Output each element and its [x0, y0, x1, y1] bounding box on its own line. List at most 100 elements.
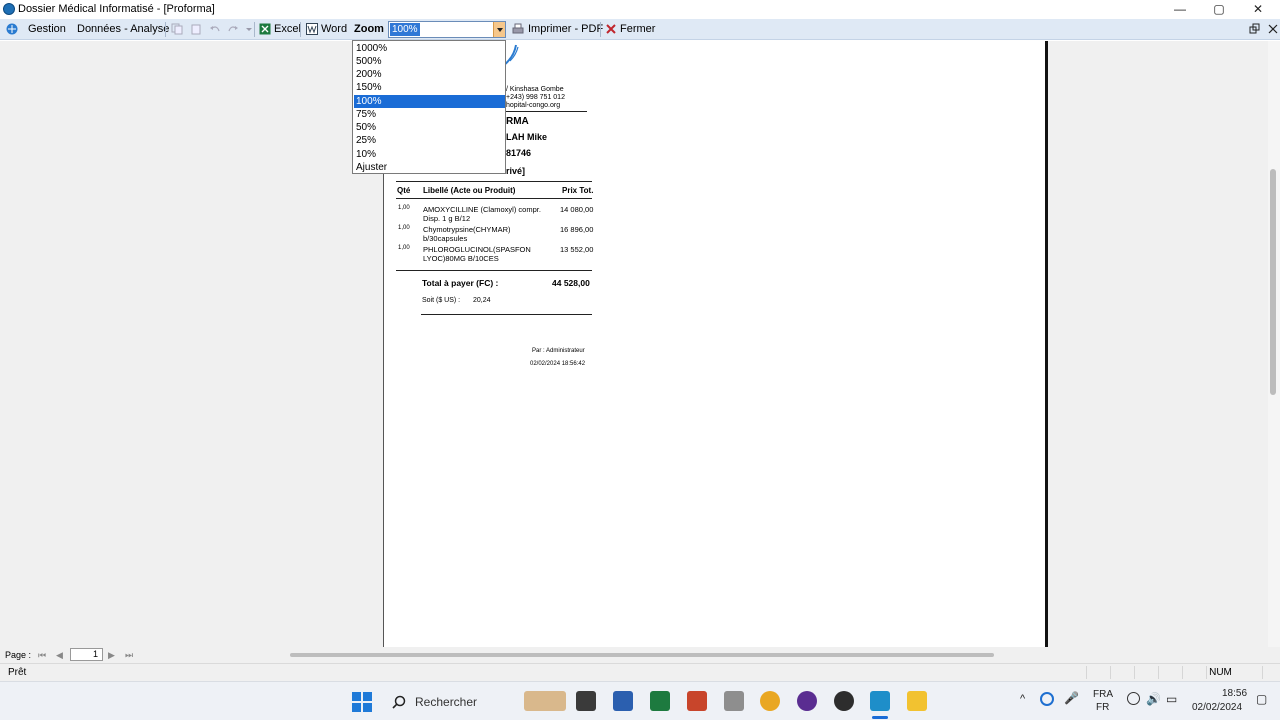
- doc-email: hopital-congo.org: [506, 102, 561, 109]
- page-edge: [1045, 41, 1048, 647]
- dossier-medical-app-icon[interactable]: [870, 691, 890, 711]
- zoom-dropdown-arrow-icon[interactable]: [493, 22, 505, 37]
- word-app-icon[interactable]: [613, 691, 633, 711]
- zoom-option[interactable]: 50%: [354, 121, 505, 134]
- window-title: Dossier Médical Informatisé - [Proforma]: [18, 3, 215, 15]
- row-label-2: LYOC)80MG B/10CES: [423, 254, 499, 263]
- language-secondary[interactable]: FR: [1096, 702, 1109, 713]
- undo-icon[interactable]: [209, 23, 221, 35]
- battery-icon[interactable]: ▭: [1166, 692, 1177, 706]
- horizontal-scrollbar[interactable]: [290, 653, 994, 657]
- word-button[interactable]: Word: [321, 22, 347, 37]
- clock-time[interactable]: 18:56: [1222, 688, 1247, 699]
- status-bar: Prêt NUM: [0, 663, 1280, 681]
- mu-app-icon[interactable]: [797, 691, 817, 711]
- close-child-icon[interactable]: [1267, 23, 1279, 35]
- close-window-button[interactable]: ✕: [1244, 1, 1272, 18]
- vertical-scrollbar[interactable]: [1268, 41, 1280, 647]
- widgets-icon[interactable]: [524, 691, 566, 711]
- row-label-2: Disp. 1 g B/12: [423, 214, 471, 223]
- title-bar: Dossier Médical Informatisé - [Proforma]…: [0, 0, 1280, 19]
- zoom-option[interactable]: 200%: [354, 68, 505, 81]
- excel-app-icon[interactable]: [650, 691, 670, 711]
- separator: [165, 22, 166, 37]
- zoom-label: Zoom :: [354, 23, 391, 35]
- minimize-button[interactable]: —: [1166, 1, 1194, 18]
- obs-app-icon[interactable]: [834, 691, 854, 711]
- zoom-value[interactable]: 100%: [390, 23, 420, 36]
- status-cell: [1262, 666, 1278, 679]
- show-hidden-icons-icon[interactable]: ^: [1020, 693, 1025, 705]
- usd-label: Soit ($ US) :: [422, 297, 461, 304]
- row-qty: 1,00: [398, 245, 410, 251]
- total-label: Total à payer (FC) :: [422, 278, 499, 288]
- volume-icon[interactable]: 🔊: [1146, 692, 1161, 706]
- prev-page-icon[interactable]: ◀: [56, 650, 63, 661]
- doc-address: / Kinshasa Gombe: [506, 86, 564, 93]
- zoom-option[interactable]: 75%: [354, 108, 505, 121]
- doc-patient: LAH Mike: [506, 132, 548, 142]
- zoom-option[interactable]: 150%: [354, 81, 505, 94]
- scroll-thumb[interactable]: [1270, 169, 1276, 395]
- zoom-option-selected[interactable]: 100%: [354, 95, 505, 108]
- maximize-button[interactable]: ▢: [1205, 1, 1233, 18]
- fermer-button[interactable]: Fermer: [620, 22, 655, 37]
- row-label-2: b/30capsules: [423, 234, 468, 243]
- last-page-icon[interactable]: ⏭: [125, 650, 133, 661]
- gestion-icon: [6, 23, 18, 35]
- table-header-rule: [396, 198, 592, 199]
- divider: [506, 111, 587, 112]
- signature-rule: [421, 314, 592, 315]
- menu-gestion[interactable]: Gestion: [28, 22, 66, 37]
- printer-icon: [512, 23, 524, 34]
- clock-date[interactable]: 02/02/2024: [1192, 702, 1242, 713]
- doc-category: rivé]: [506, 166, 526, 176]
- toolbar: Gestion Données - Analyse Excel Word Zoo…: [0, 19, 1280, 40]
- copy-icon[interactable]: [171, 23, 183, 35]
- tools-app-icon[interactable]: [724, 691, 744, 711]
- num-lock-indicator: NUM: [1206, 666, 1234, 679]
- row-label: PHLOROGLUCINOL(SPASFON: [423, 245, 531, 254]
- table-top-rule: [396, 181, 592, 182]
- page-navigation-bar: Page : ⏮ ◀ 1 ▶ ⏭: [0, 647, 1280, 663]
- app-icon: [3, 3, 15, 15]
- status-cell: [1134, 666, 1156, 679]
- chrome-app-icon[interactable]: [760, 691, 780, 711]
- separator: [300, 22, 301, 37]
- usd-value: 20,24: [473, 297, 491, 304]
- zoom-option[interactable]: 10%: [354, 148, 505, 161]
- doc-by: Par : Administrateur: [532, 348, 585, 354]
- notifications-icon[interactable]: ▢: [1256, 692, 1267, 706]
- doc-number: 81746: [506, 148, 532, 158]
- globe-icon[interactable]: [1127, 692, 1140, 705]
- page-label: Page :: [5, 650, 32, 660]
- folder-app-icon[interactable]: [907, 691, 927, 711]
- restore-child-icon[interactable]: [1249, 23, 1261, 35]
- row-label: Chymotrypsine(CHYMAR): [423, 225, 511, 234]
- excel-button[interactable]: Excel: [274, 22, 301, 37]
- close-icon: [606, 24, 616, 34]
- word-icon: [306, 23, 318, 35]
- taskbar: Rechercher ^ 🎤 FRA FR 🔊 ▭ 18:56 02/02/20…: [0, 681, 1280, 720]
- zoom-option-fit[interactable]: Ajuster: [354, 161, 505, 174]
- redo-icon[interactable]: [227, 23, 239, 35]
- paste-icon[interactable]: [190, 23, 202, 35]
- page-number-input[interactable]: 1: [70, 648, 103, 661]
- microphone-icon[interactable]: 🎤: [1064, 691, 1079, 705]
- menu-donnees-analyse[interactable]: Données - Analyse: [77, 22, 169, 37]
- file-explorer-app-icon[interactable]: [576, 691, 596, 711]
- language-primary[interactable]: FRA: [1093, 689, 1113, 700]
- zoom-option[interactable]: 500%: [354, 55, 505, 68]
- next-page-icon[interactable]: ▶: [108, 650, 115, 661]
- zoom-select[interactable]: 100%: [388, 21, 506, 38]
- col-label: Libellé (Acte ou Produit): [423, 186, 516, 195]
- search-icon: [392, 695, 406, 709]
- windows-start-icon[interactable]: [352, 692, 372, 712]
- excel-icon: [259, 23, 271, 35]
- zoom-option[interactable]: 1000%: [354, 42, 505, 55]
- powerpoint-app-icon[interactable]: [687, 691, 707, 711]
- zoom-option[interactable]: 25%: [354, 134, 505, 147]
- sync-icon[interactable]: [1040, 692, 1054, 706]
- print-pdf-button[interactable]: Imprimer - PDF: [528, 22, 603, 37]
- first-page-icon[interactable]: ⏮: [38, 650, 46, 661]
